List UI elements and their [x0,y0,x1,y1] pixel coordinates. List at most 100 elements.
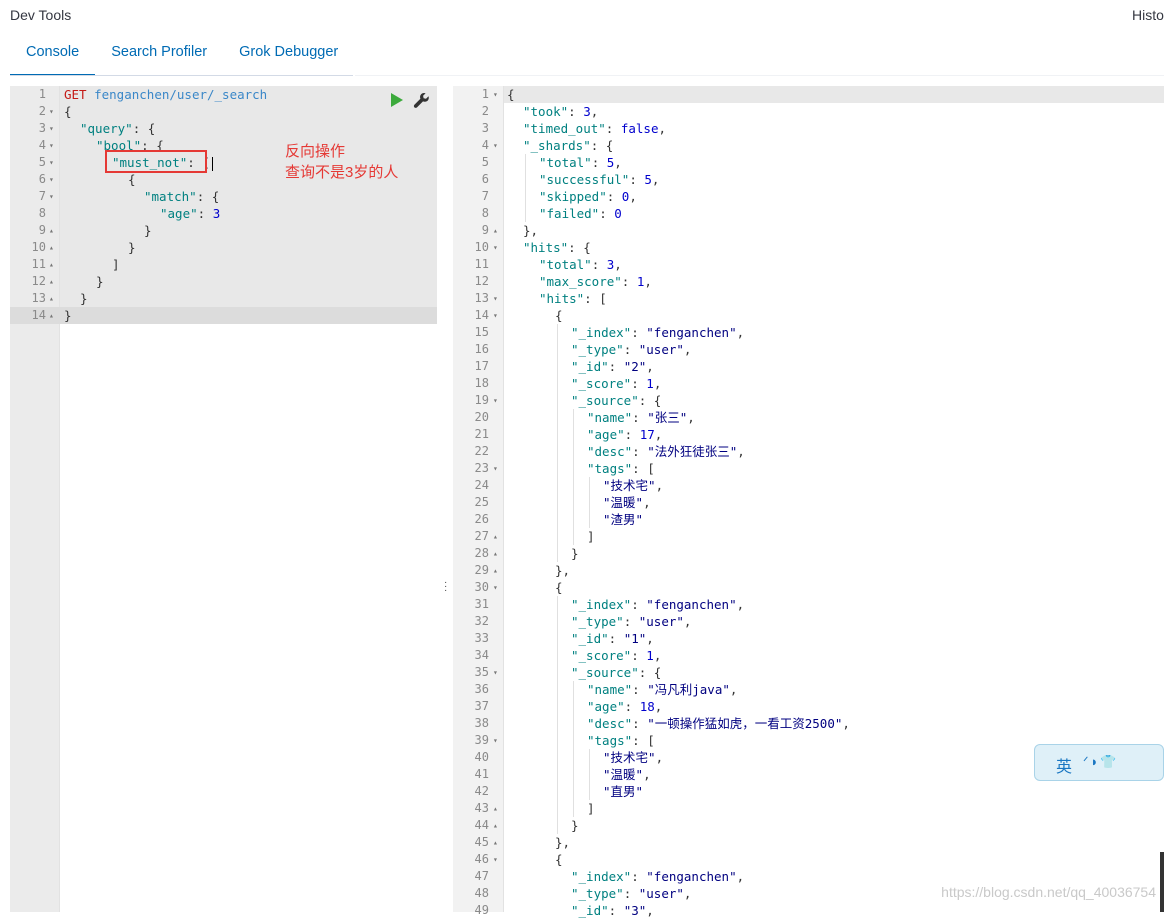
code-text: "_type": "user", [571,886,692,901]
fold-close-icon[interactable]: ▴ [493,222,498,239]
line-number: 42 [474,784,489,798]
response-line: 38 "desc": "一顿操作猛如虎，一看工资2500", [453,715,1164,732]
code-text: "_id": "3", [571,903,654,918]
line-number: 17 [474,359,489,373]
wrench-icon[interactable] [413,92,430,109]
response-line: 23 ▾ "tags": [ [453,460,1164,477]
fold-close-icon[interactable]: ▴ [493,817,498,834]
play-icon[interactable] [390,92,404,108]
line-number: 34 [474,648,489,662]
fold-close-icon[interactable]: ▴ [493,834,498,851]
line-number: 9 [38,223,46,237]
fold-close-icon[interactable]: ▴ [493,545,498,562]
code-text: "failed": 0 [539,206,622,221]
request-editor[interactable]: 1 GET fenganchen/user/_search 2 ▾{3 ▾ "query"… [10,86,437,912]
code-text: "age": 18, [587,699,663,714]
line-number: 5 [38,155,46,169]
code-text: "query": { [80,121,156,136]
line-number: 44 [474,818,489,832]
line-number: 3 [38,121,46,135]
fold-open-icon[interactable]: ▾ [493,851,498,868]
code-text: "_index": "fenganchen", [571,597,745,612]
code-text: "took": 3, [523,104,599,119]
line-number: 18 [474,376,489,390]
fold-open-icon[interactable]: ▾ [493,290,498,307]
fold-close-icon[interactable]: ▴ [49,222,54,239]
response-line: 11 "total": 3, [453,256,1164,273]
code-text: "tags": [ [587,461,655,476]
response-line: 15 "_index": "fenganchen", [453,324,1164,341]
line-number: 4 [38,138,46,152]
code-text: "_score": 1, [571,376,662,391]
fold-close-icon[interactable]: ▴ [49,239,54,256]
code-text: "_id": "1", [571,631,654,646]
code-text: { [64,104,72,119]
line-number: 9 [481,223,489,237]
fold-close-icon[interactable]: ▴ [493,562,498,579]
fold-open-icon[interactable]: ▾ [49,120,54,137]
fold-close-icon[interactable]: ▴ [493,528,498,545]
fold-open-icon[interactable]: ▾ [49,154,54,171]
line-number: 8 [38,206,46,220]
response-editor[interactable]: 1 ▾ {2 "took": 3, 3 "timed_out": false, 4 ▾ "_sh… [453,86,1164,918]
response-line: 28 ▴} [453,545,1164,562]
panel-resizer[interactable]: · · · [437,86,453,912]
code-text: "desc": "法外狂徒张三", [587,444,745,459]
fold-open-icon[interactable]: ▾ [493,664,498,681]
code-text: } [96,274,104,289]
fold-close-icon[interactable]: ▴ [49,307,54,324]
fold-open-icon[interactable]: ▾ [49,137,54,154]
ime-toolbar[interactable]: 英 ᐟ◗👕 [1034,744,1164,781]
line-number: 10 [31,240,46,254]
response-line: 25 "温暖", [453,494,1164,511]
line-number: 24 [474,478,489,492]
code-text: "skipped": 0, [539,189,637,204]
fold-close-icon[interactable]: ▴ [49,290,54,307]
fold-close-icon[interactable]: ▴ [493,800,498,817]
response-line: 45 ▴}, [453,834,1164,851]
response-line: 30 ▾ { [453,579,1164,596]
fold-open-icon[interactable]: ▾ [493,579,498,596]
code-text: } [144,223,152,238]
code-text: "_source": { [571,393,662,408]
code-text: ] [587,801,595,816]
line-number: 21 [474,427,489,441]
fold-open-icon[interactable]: ▾ [493,460,498,477]
line-number: 7 [38,189,46,203]
ime-language-label[interactable]: 英 [1056,753,1072,777]
line-number: 49 [474,903,489,917]
annotation-line-2: 查询不是3岁的人 [285,164,399,181]
fold-close-icon[interactable]: ▴ [49,256,54,273]
fold-open-icon[interactable]: ▾ [493,732,498,749]
fold-open-icon[interactable]: ▾ [49,103,54,120]
line-number: 37 [474,699,489,713]
fold-close-icon[interactable]: ▴ [49,273,54,290]
fold-open-icon[interactable]: ▾ [49,188,54,205]
code-text: }, [555,563,571,578]
code-text: "_score": 1, [571,648,662,663]
code-text: "match": { [144,189,220,204]
tab-console[interactable]: Console [10,34,96,76]
tab-search-profiler[interactable]: Search Profiler [95,34,223,74]
text-cursor [211,156,213,171]
fold-open-icon[interactable]: ▾ [493,392,498,409]
response-line: 9 ▴}, [453,222,1164,239]
fold-open-icon[interactable]: ▾ [493,307,498,324]
code-text: "age": 3 [160,206,221,221]
line-number: 12 [31,274,46,288]
history-link[interactable]: History [1132,7,1164,23]
scrollbar-edge[interactable] [1160,852,1164,912]
response-line: 31 "_index": "fenganchen", [453,596,1164,613]
fold-open-icon[interactable]: ▾ [49,171,54,188]
ime-tool-icons[interactable]: ᐟ◗👕 [1083,754,1119,770]
request-line: 7 ▾ "match": { [10,188,437,205]
fold-open-icon[interactable]: ▾ [493,86,498,103]
tab-grok-debugger[interactable]: Grok Debugger [223,34,354,74]
fold-open-icon[interactable]: ▾ [493,137,498,154]
tab-bar: Console Search Profiler Grok Debugger [10,34,354,76]
request-line: 8 "age": 3 [10,205,437,222]
annotation-line-1: 反向操作 [285,143,346,160]
line-number: 12 [474,274,489,288]
code-text: "total": 3, [539,257,622,272]
fold-open-icon[interactable]: ▾ [493,239,498,256]
